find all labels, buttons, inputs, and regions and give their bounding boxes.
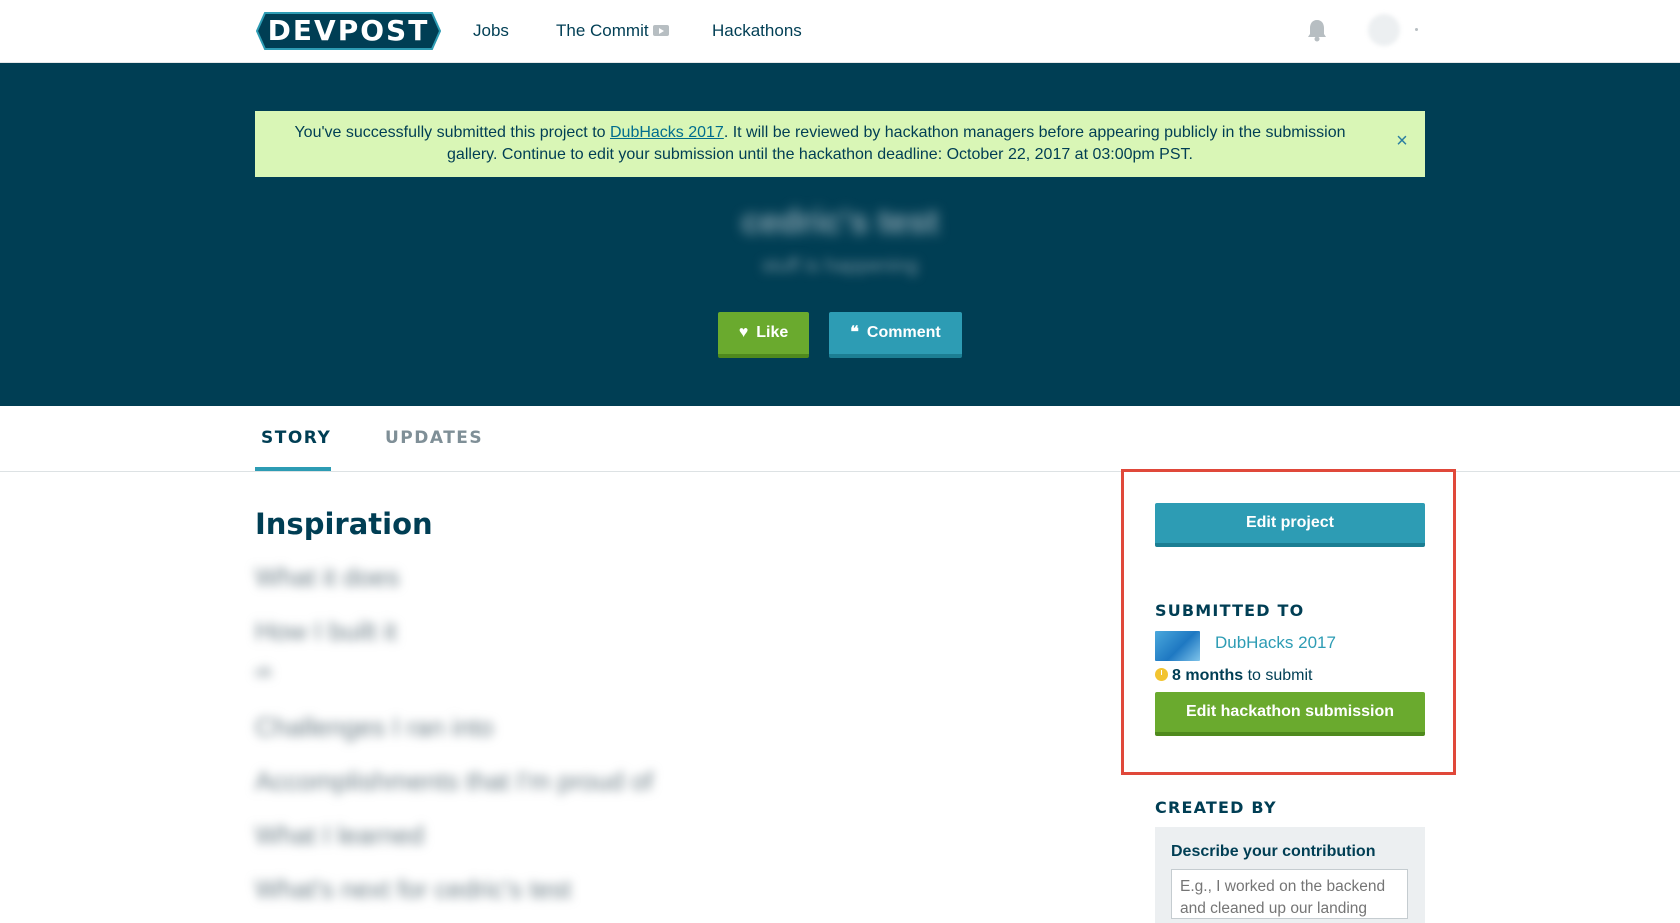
active-tab-indicator: [255, 467, 331, 471]
contribution-panel: Describe your contribution: [1155, 827, 1425, 923]
comment-button-label: Comment: [866, 324, 941, 341]
hackathon-link[interactable]: DubHacks 2017: [1215, 633, 1336, 653]
chevron-down-icon[interactable]: [1415, 28, 1418, 31]
tab-story[interactable]: STORY: [261, 428, 331, 448]
story-blurred-section: ok: [255, 664, 272, 681]
logo-text: DEVPOST: [267, 14, 430, 47]
success-flash-message: You've successfully submitted this proje…: [255, 111, 1425, 177]
project-hero: You've successfully submitted this proje…: [0, 63, 1680, 406]
story-blurred-section: Accomplishments that I'm proud of: [255, 766, 654, 796]
created-by-heading: CREATED BY: [1155, 798, 1277, 817]
clock-icon: [1155, 668, 1168, 681]
nav-link-hackathons[interactable]: Hackathons: [712, 20, 802, 42]
edit-project-button[interactable]: Edit project: [1155, 503, 1425, 547]
submission-deadline: 8 months to submit: [1155, 667, 1312, 685]
like-button[interactable]: ♥ Like: [718, 312, 809, 358]
nav-link-the-commit-label: The Commit: [556, 21, 649, 40]
close-icon[interactable]: ×: [1391, 130, 1413, 152]
top-navbar: DEVPOST Jobs The Commit Hackathons: [0, 0, 1680, 63]
flash-hackathon-link[interactable]: DubHacks 2017: [610, 124, 724, 141]
story-blurred-section: What it does: [255, 562, 400, 592]
quote-icon: ❝: [850, 324, 859, 341]
nav-link-the-commit[interactable]: The Commit: [556, 20, 669, 42]
contribution-label: Describe your contribution: [1171, 843, 1376, 860]
edit-hackathon-submission-button[interactable]: Edit hackathon submission: [1155, 692, 1425, 736]
hackathon-thumbnail[interactable]: [1155, 631, 1200, 661]
deadline-amount: 8 months: [1172, 667, 1244, 684]
nav-link-jobs[interactable]: Jobs: [473, 20, 509, 42]
story-blurred-section: Challenges I ran into: [255, 712, 494, 742]
story-blurred-section: What's next for cedric's test: [255, 874, 572, 904]
project-tagline: stuff is happening: [761, 255, 919, 277]
like-button-label: Like: [756, 324, 789, 341]
tab-updates[interactable]: UPDATES: [385, 428, 483, 448]
page: DEVPOST Jobs The Commit Hackathons You'v…: [0, 0, 1680, 923]
comment-button[interactable]: ❝ Comment: [829, 312, 962, 358]
deadline-suffix: to submit: [1243, 667, 1313, 684]
flash-text-pre: You've successfully submitted this proje…: [294, 124, 610, 141]
bell-svg: [1308, 20, 1326, 42]
story-heading: Inspiration: [255, 507, 433, 541]
play-icon: [652, 25, 669, 37]
story-blurred-section: How I built it: [255, 616, 397, 646]
heart-icon: ♥: [738, 324, 749, 341]
avatar[interactable]: [1368, 14, 1400, 46]
bell-icon[interactable]: [1306, 18, 1328, 42]
contribution-textarea[interactable]: [1171, 869, 1408, 919]
project-title: cedric's test: [741, 203, 939, 241]
story-blurred-section: What I learned: [255, 820, 425, 850]
devpost-logo[interactable]: DEVPOST: [256, 12, 441, 50]
submitted-to-heading: SUBMITTED TO: [1155, 601, 1305, 620]
project-tabs: STORY UPDATES: [0, 406, 1680, 472]
